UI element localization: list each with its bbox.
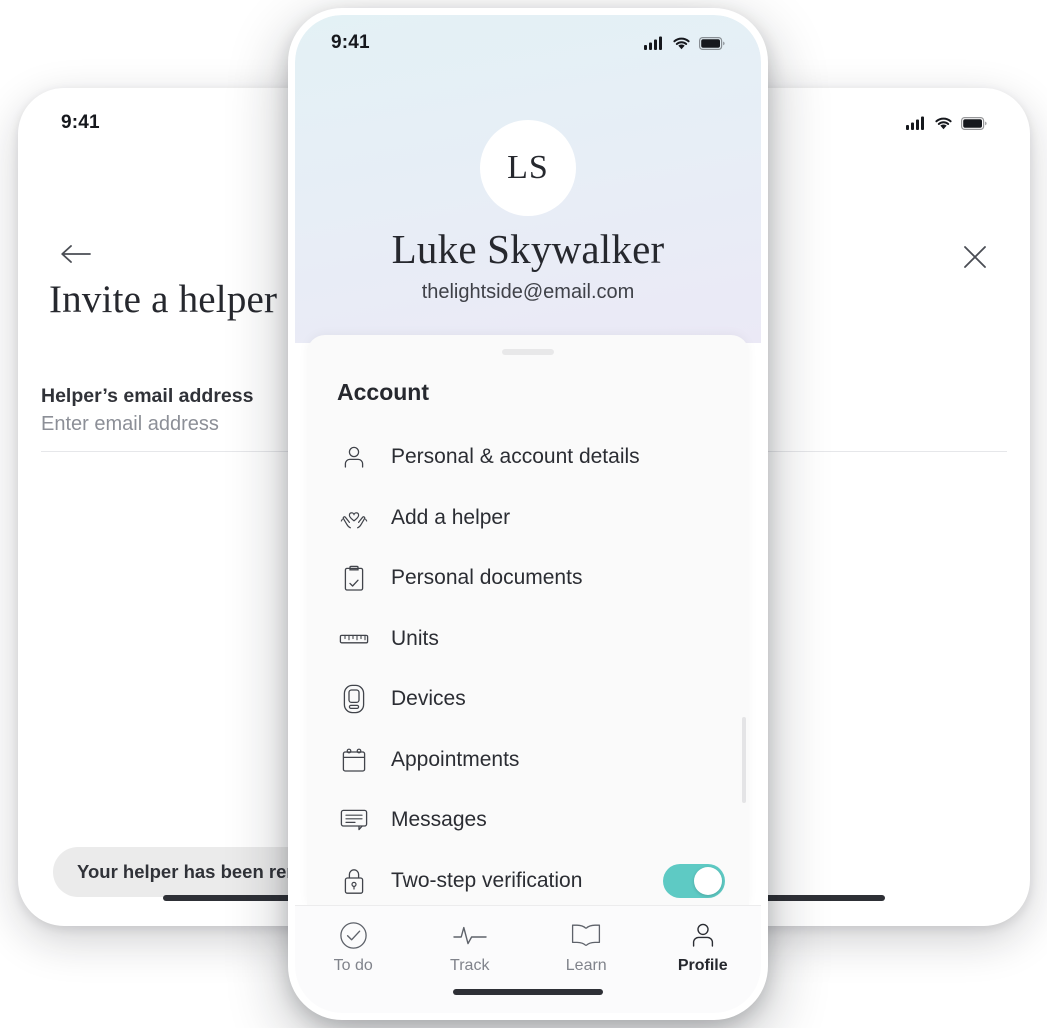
pulse-icon xyxy=(453,920,487,950)
person-icon xyxy=(689,920,717,950)
email-input[interactable]: Enter email address xyxy=(41,413,219,436)
status-time: 9:41 xyxy=(331,32,370,53)
menu-item-label: Units xyxy=(391,626,439,650)
heart-hands-icon xyxy=(337,505,371,531)
email-field-label: Helper’s email address xyxy=(41,385,254,407)
menu-item-two-step-verification[interactable]: Two-step verification xyxy=(307,851,749,906)
tab-learn[interactable]: Learn xyxy=(528,920,645,975)
menu-item-label: Messages xyxy=(391,808,487,832)
profile-name: Luke Skywalker xyxy=(391,226,665,272)
phone-front: 9:41 LS Luke Skywalker thelightside@emai… xyxy=(288,8,768,1020)
wifi-icon xyxy=(673,37,690,50)
menu-item-label: Add a helper xyxy=(391,505,511,529)
menu-item-messages[interactable]: Messages xyxy=(307,790,749,851)
avatar: LS xyxy=(480,120,576,216)
menu-item-units[interactable]: Units xyxy=(307,609,749,670)
arrow-left-icon[interactable] xyxy=(59,243,91,270)
battery-icon xyxy=(699,36,725,50)
home-indicator xyxy=(453,989,603,995)
tab-track[interactable]: Track xyxy=(412,920,529,975)
account-menu: Personal & account details Add a helper xyxy=(307,427,749,905)
book-icon xyxy=(571,920,601,950)
calendar-icon xyxy=(337,747,371,773)
screenshot-stage: 9:41 Invite a helper Helper’s email addr… xyxy=(0,0,1047,1028)
menu-item-add-a-helper[interactable]: Add a helper xyxy=(307,488,749,549)
tab-label: Track xyxy=(450,957,490,974)
ruler-icon xyxy=(337,631,371,647)
front-status-bar: 9:41 xyxy=(295,15,761,71)
lock-icon xyxy=(337,867,371,895)
menu-item-personal-account-details[interactable]: Personal & account details xyxy=(307,427,749,488)
sheet-drag-handle[interactable] xyxy=(502,349,554,355)
mobile-device-icon xyxy=(337,684,371,714)
front-screen: 9:41 LS Luke Skywalker thelightside@emai… xyxy=(295,15,761,1013)
message-icon xyxy=(337,808,371,832)
menu-item-appointments[interactable]: Appointments xyxy=(307,730,749,791)
tab-profile[interactable]: Profile xyxy=(645,920,762,975)
sheet-title: Account xyxy=(337,379,429,405)
menu-item-label: Personal documents xyxy=(391,566,583,590)
menu-item-label: Personal & account details xyxy=(391,445,640,469)
menu-item-label: Appointments xyxy=(391,747,520,771)
account-sheet: Account Personal & account details Add a… xyxy=(307,335,749,905)
menu-item-devices[interactable]: Devices xyxy=(307,669,749,730)
clipboard-check-icon xyxy=(337,565,371,592)
bottom-tab-bar: To do Track Learn Profile xyxy=(295,905,761,1013)
menu-item-label: Two-step verification xyxy=(391,868,583,892)
avatar-initials: LS xyxy=(507,149,549,186)
check-circle-icon xyxy=(339,920,368,950)
profile-email: thelightside@email.com xyxy=(421,281,635,303)
close-icon[interactable] xyxy=(961,243,989,276)
tab-to-do[interactable]: To do xyxy=(295,920,412,975)
toggle-knob xyxy=(694,866,722,895)
menu-item-label: Devices xyxy=(391,687,466,711)
menu-item-personal-documents[interactable]: Personal documents xyxy=(307,548,749,609)
two-step-verification-toggle[interactable] xyxy=(663,863,725,898)
profile-header: 9:41 LS Luke Skywalker thelightside@emai… xyxy=(295,15,761,343)
tab-label: Profile xyxy=(677,957,728,974)
signal-icon xyxy=(644,36,662,50)
status-icons xyxy=(644,36,725,50)
tab-label: To do xyxy=(333,957,373,974)
sheet-scrollbar[interactable] xyxy=(742,717,746,803)
person-icon xyxy=(337,444,371,470)
tab-label: Learn xyxy=(565,957,607,974)
